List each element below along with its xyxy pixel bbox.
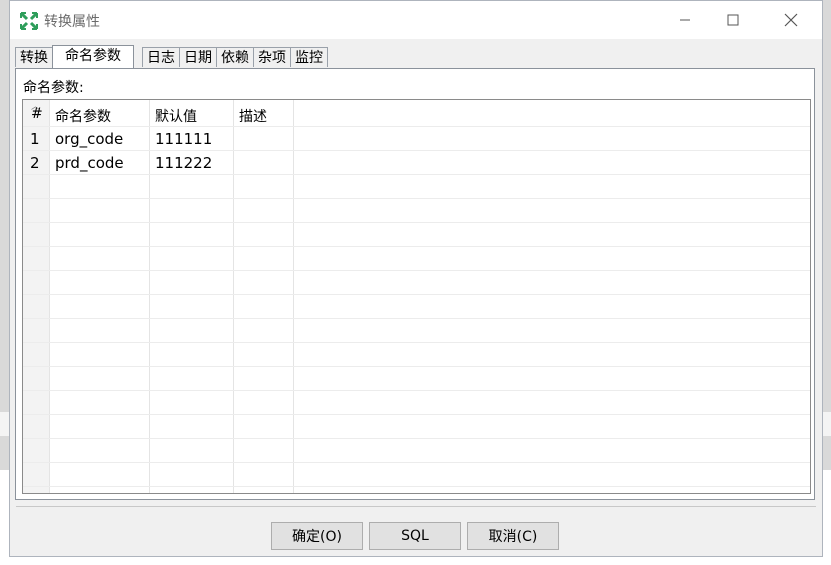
tab-named-parameters[interactable]: 命名参数 [52,45,134,69]
param-default-cell[interactable]: 111222 [155,154,212,172]
minimize-button[interactable] [662,1,708,39]
tab-log[interactable]: 日志 [142,47,180,67]
sql-button[interactable]: SQL [369,522,461,550]
column-header-name[interactable]: 命名参数 [55,106,111,126]
panel-label: 命名参数: [23,80,84,96]
row-index: 2 [30,154,40,172]
row-divider [23,318,810,319]
param-name-cell[interactable]: prd_code [55,154,124,172]
row-divider [23,294,810,295]
tab-dependencies[interactable]: 依赖 [216,47,254,67]
row-divider [23,342,810,343]
maximize-button[interactable] [710,1,756,39]
cancel-button[interactable]: 取消(C) [467,522,559,550]
column-header-description[interactable]: 描述 [239,106,267,126]
row-divider [23,438,810,439]
row-divider [23,174,810,175]
close-button[interactable] [768,1,814,39]
row-divider [23,198,810,199]
row-divider [23,246,810,247]
minimize-icon [680,19,690,21]
tab-misc[interactable]: 杂项 [253,47,291,67]
close-icon [784,13,798,27]
param-name-cell[interactable]: org_code [55,130,123,148]
column-divider [233,100,234,493]
row-divider [23,126,810,127]
param-default-cell[interactable]: 111111 [155,130,212,148]
column-divider [293,100,294,493]
row-divider [23,486,810,487]
named-parameters-panel: 命名参数: ︿ # 命名参数 默认值 描述 1 org_code 111111 … [15,68,815,500]
column-header-index[interactable]: # [31,106,43,122]
transformation-properties-dialog: 转换属性 转换 命名参数 日志 日期 依赖 杂项 监控 命名参数: ︿ # 命名… [9,0,823,557]
row-index: 1 [30,130,40,148]
column-divider [149,100,150,493]
dialog-title: 转换属性 [44,14,100,30]
tab-transform[interactable]: 转换 [15,47,53,67]
row-divider [23,366,810,367]
ok-button[interactable]: 确定(O) [271,522,363,550]
column-header-default[interactable]: 默认值 [155,106,197,126]
row-divider [23,270,810,271]
button-separator [16,506,816,507]
column-divider [49,100,50,493]
row-divider [23,150,810,151]
title-bar: 转换属性 [10,1,822,39]
maximize-icon [727,14,739,26]
row-divider [23,462,810,463]
row-divider [23,414,810,415]
row-divider [23,390,810,391]
tab-date[interactable]: 日期 [179,47,217,67]
parameters-table[interactable]: ︿ # 命名参数 默认值 描述 1 org_code 111111 2 prd_… [22,99,811,494]
kettle-app-icon [20,12,38,30]
tab-monitoring[interactable]: 监控 [290,47,328,67]
row-divider [23,222,810,223]
